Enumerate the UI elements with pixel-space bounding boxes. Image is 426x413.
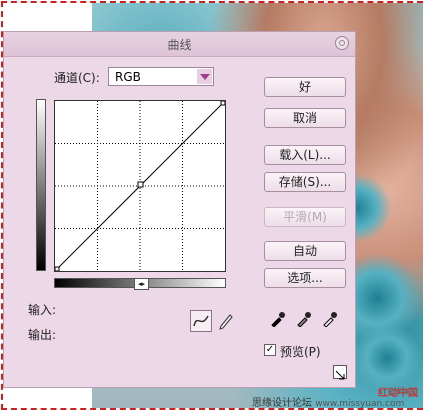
photo-flower-detail <box>352 323 422 393</box>
curve-tool-icon[interactable] <box>190 310 212 332</box>
input-gradient-bar[interactable]: ◂▸ <box>54 278 226 290</box>
channel-label: 通道(C): <box>54 71 100 85</box>
auto-button[interactable]: 自动 <box>264 241 346 261</box>
close-icon[interactable] <box>335 36 349 50</box>
curves-dialog: 曲线 通道(C): RGB ◂▸ 输入: 输出: 好 取消 载入(L)... 存… <box>3 31 356 388</box>
preview-checkbox[interactable]: ✓ <box>264 344 276 356</box>
resize-icon[interactable] <box>333 365 347 380</box>
output-gradient-bar <box>36 99 46 271</box>
curve-grid <box>54 100 226 272</box>
load-button[interactable]: 载入(L)... <box>264 145 346 165</box>
pencil-tool-icon[interactable] <box>216 310 238 332</box>
options-button[interactable]: 选项... <box>264 268 346 288</box>
curve-point-mid <box>137 181 144 188</box>
curve-graph[interactable] <box>54 100 226 272</box>
ok-button[interactable]: 好 <box>264 77 346 97</box>
smooth-button[interactable]: 平滑(M) <box>264 207 346 227</box>
curve-point-white <box>220 100 226 106</box>
gray-eyedropper-icon[interactable] <box>296 311 312 328</box>
gradient-toggle-icon[interactable]: ◂▸ <box>134 278 149 290</box>
white-eyedropper-icon[interactable] <box>322 311 338 328</box>
channel-select[interactable]: RGB <box>108 67 214 86</box>
channel-value: RGB <box>115 70 141 84</box>
curve-point-black <box>54 266 60 272</box>
forum-watermark: 思缘设计论坛 www.missyuan.com <box>252 398 405 409</box>
title-bar[interactable]: 曲线 <box>4 32 355 57</box>
cancel-button[interactable]: 取消 <box>264 108 346 128</box>
output-label: 输出: <box>28 328 57 342</box>
preview-label: 预览(P) <box>280 345 321 359</box>
save-button[interactable]: 存储(S)... <box>264 172 346 192</box>
dropdown-arrow-icon[interactable] <box>197 69 212 84</box>
site-watermark: redocn <box>383 386 418 397</box>
input-label: 输入: <box>28 303 57 317</box>
dialog-title: 曲线 <box>167 38 192 52</box>
black-eyedropper-icon[interactable] <box>270 311 286 328</box>
